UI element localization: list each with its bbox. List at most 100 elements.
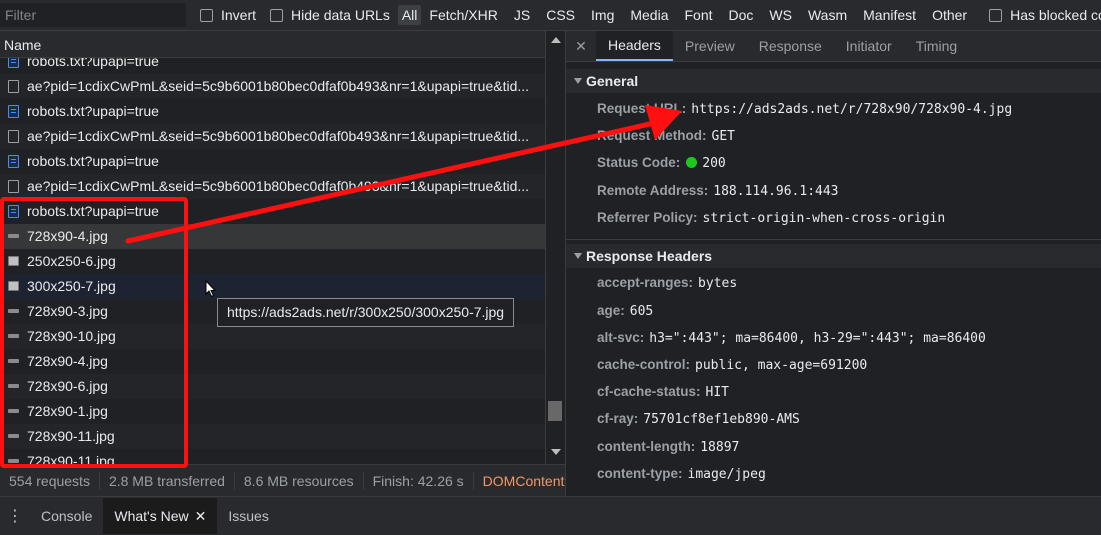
drawer-tab-console[interactable]: Console: [30, 498, 103, 534]
request-name: 728x90-11.jpg: [27, 428, 115, 444]
request-row[interactable]: ae?pid=1cdixCwPmL&seid=5c9b6001b80bec0df…: [0, 124, 545, 149]
scroll-up-arrow-icon[interactable]: [551, 37, 561, 43]
filter-type-fetch-xhr[interactable]: Fetch/XHR: [421, 7, 505, 23]
header-key: cf-ray:: [597, 411, 639, 426]
network-status-bar: 554 requests 2.8 MB transferred 8.6 MB r…: [0, 464, 565, 496]
filter-type-css[interactable]: CSS: [538, 7, 583, 23]
mouse-cursor-icon: [205, 280, 217, 298]
drawer-tab-issues[interactable]: Issues: [217, 498, 279, 534]
header-value: 75701cf8ef1eb890-AMS: [643, 412, 800, 427]
request-name: ae?pid=1cdixCwPmL&seid=5c9b6001b80bec0df…: [27, 78, 530, 94]
checkbox-box[interactable]: [200, 8, 213, 22]
response-headers-title: Response Headers: [586, 248, 713, 264]
request-method-value: GET: [711, 129, 735, 144]
scroll-thumb[interactable]: [548, 401, 562, 421]
filter-type-js[interactable]: JS: [506, 7, 538, 23]
close-icon[interactable]: ✕: [195, 508, 207, 524]
referrer-policy-value: strict-origin-when-cross-origin: [702, 211, 946, 226]
status-code-row: Status Code: 200: [597, 155, 726, 171]
request-row[interactable]: 250x250-6.jpg: [0, 249, 545, 274]
tab-response[interactable]: Response: [747, 31, 834, 61]
invert-checkbox[interactable]: Invert: [200, 7, 256, 23]
response-headers-section-header[interactable]: Response Headers: [566, 244, 1101, 268]
triangle-down-icon: [574, 78, 582, 84]
triangle-down-icon: [574, 253, 582, 259]
request-row-hovered[interactable]: 300x250-7.jpg: [0, 274, 545, 299]
resources-size: 8.6 MB resources: [235, 471, 364, 490]
request-details-panel: ✕ Headers Preview Response Initiator Tim…: [565, 31, 1101, 496]
referrer-policy-row: Referrer Policy: strict-origin-when-cross…: [597, 210, 945, 226]
request-row[interactable]: 728x90-10.jpg: [0, 324, 545, 349]
header-value: 605: [629, 304, 654, 319]
blank-file-icon: [8, 130, 19, 143]
request-row-selected[interactable]: 728x90-4.jpg: [0, 224, 545, 249]
request-list-panel: robots.txt?upapi=true ae?pid=1cdixCwPmL&…: [0, 31, 565, 464]
request-row[interactable]: robots.txt?upapi=true: [0, 149, 545, 174]
request-url-value[interactable]: https://ads2ads.net/r/728x90/728x90-4.jp…: [691, 102, 1012, 117]
hide-data-urls-checkbox[interactable]: Hide data URLs: [270, 7, 390, 23]
filter-input[interactable]: [0, 3, 186, 27]
response-header-row: cf-cache-status: HIT: [597, 384, 729, 400]
more-options-kebab-icon[interactable]: ⋮: [0, 506, 30, 526]
section-divider: [566, 239, 1101, 240]
checkbox-box[interactable]: [270, 8, 284, 22]
general-section-header[interactable]: General: [566, 69, 1101, 93]
image-thumb-icon: [8, 309, 19, 313]
header-value: bytes: [698, 276, 738, 291]
filter-type-wasm[interactable]: Wasm: [800, 7, 855, 23]
close-icon[interactable]: ✕: [566, 38, 596, 55]
response-header-row: cache-control: public, max-age=691200: [597, 357, 867, 373]
filter-type-manifest[interactable]: Manifest: [855, 7, 924, 23]
tab-initiator[interactable]: Initiator: [834, 31, 904, 61]
header-key: cf-cache-status:: [597, 384, 701, 399]
status-code-key: Status Code:: [597, 155, 681, 170]
response-header-row: alt-svc: h3=":443"; ma=86400, h3-29=":443…: [597, 330, 986, 346]
tab-headers[interactable]: Headers: [596, 31, 673, 61]
tab-preview[interactable]: Preview: [673, 31, 747, 61]
remote-address-key: Remote Address:: [597, 183, 709, 198]
request-row[interactable]: 728x90-11.jpg: [0, 424, 545, 449]
filter-type-doc[interactable]: Doc: [721, 7, 762, 23]
request-row[interactable]: ae?pid=1cdixCwPmL&seid=5c9b6001b80bec0df…: [0, 74, 545, 99]
checkbox-box[interactable]: [989, 8, 1003, 22]
image-thumb-icon: [8, 409, 19, 413]
filter-type-media[interactable]: Media: [622, 7, 676, 23]
request-url-key: Request URL:: [597, 101, 687, 116]
drawer-tab-whats-new[interactable]: What's New ✕: [103, 498, 218, 534]
request-name: 300x250-7.jpg: [27, 278, 116, 294]
document-icon: [8, 105, 19, 118]
request-name: robots.txt?upapi=true: [27, 103, 159, 119]
header-value: HIT: [705, 385, 730, 400]
request-list-scrollbar[interactable]: [545, 31, 565, 464]
scroll-down-arrow-icon[interactable]: [551, 449, 561, 455]
status-ok-dot-icon: [686, 157, 698, 168]
request-count: 554 requests: [0, 471, 100, 490]
request-name: ae?pid=1cdixCwPmL&seid=5c9b6001b80bec0df…: [27, 128, 530, 144]
has-blocked-cookies-checkbox[interactable]: Has blocked cookies: [989, 7, 1101, 23]
filter-type-font[interactable]: Font: [677, 7, 721, 23]
filter-type-all[interactable]: All: [397, 5, 422, 25]
name-column-header[interactable]: Name: [0, 31, 545, 58]
image-thumb-icon: [8, 334, 19, 338]
request-row[interactable]: 728x90-6.jpg: [0, 374, 545, 399]
header-value: image/jpeg: [687, 467, 766, 482]
document-icon: [8, 155, 19, 168]
transferred-size: 2.8 MB transferred: [100, 471, 235, 490]
blank-file-icon: [8, 80, 19, 93]
request-row[interactable]: robots.txt?upapi=true: [0, 199, 545, 224]
header-key: content-type:: [597, 466, 683, 481]
filter-type-ws[interactable]: WS: [761, 7, 800, 23]
request-name: ae?pid=1cdixCwPmL&seid=5c9b6001b80bec0df…: [27, 178, 530, 194]
request-row[interactable]: 728x90-4.jpg: [0, 349, 545, 374]
request-row[interactable]: robots.txt?upapi=true: [0, 99, 545, 124]
filter-type-img[interactable]: Img: [583, 7, 622, 23]
request-method-key: Request Method:: [597, 128, 707, 143]
invert-label: Invert: [221, 7, 257, 23]
image-thumb-icon: [8, 234, 19, 238]
request-row[interactable]: ae?pid=1cdixCwPmL&seid=5c9b6001b80bec0df…: [0, 174, 545, 199]
request-row[interactable]: 728x90-11.jpg: [0, 449, 545, 464]
tab-timing[interactable]: Timing: [904, 31, 970, 61]
request-name: robots.txt?upapi=true: [27, 153, 159, 169]
filter-type-other[interactable]: Other: [924, 7, 975, 23]
request-row[interactable]: 728x90-1.jpg: [0, 399, 545, 424]
